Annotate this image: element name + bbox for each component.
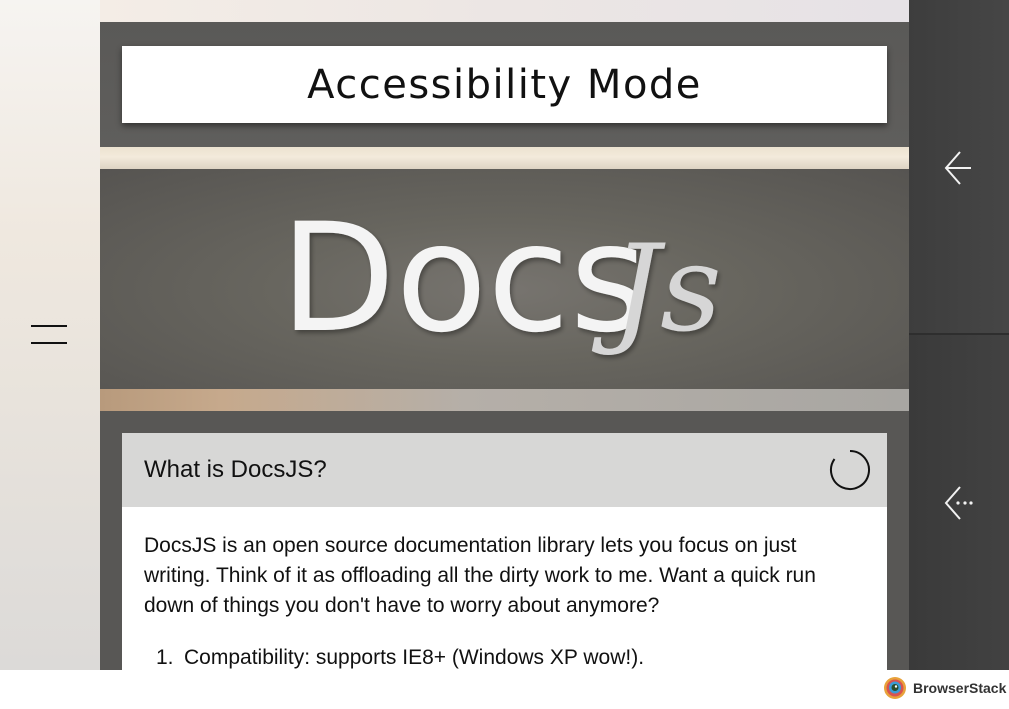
feature-list: 1. Compatibility: supports IE8+ (Windows… [144, 643, 865, 670]
title-banner: Accessibility Mode [122, 46, 887, 123]
arrow-left-dotted-icon[interactable] [938, 483, 978, 523]
browserstack-logo-icon [884, 677, 906, 699]
footer [0, 670, 1009, 709]
article-paragraph: DocsJS is an open source documentation l… [144, 534, 816, 617]
top-decor-strip [100, 0, 909, 22]
list-item-text: Compatibility: supports IE8+ (Windows XP… [184, 646, 645, 669]
arrow-left-icon[interactable] [938, 148, 978, 188]
article-card: What is DocsJS? DocsJS is an open source… [122, 433, 887, 670]
list-item: 1. Compatibility: supports IE8+ (Windows… [144, 643, 865, 670]
hamburger-menu-icon[interactable] [31, 323, 67, 347]
article-heading: What is DocsJS? [144, 456, 327, 483]
page-title: Accessibility Mode [307, 61, 702, 108]
article-body: DocsJS is an open source documentation l… [122, 507, 887, 670]
decor-strip [100, 147, 909, 169]
docsjs-logo: Docs Js [280, 192, 740, 380]
browserstack-brand: BrowserStack [913, 680, 1007, 696]
article-header[interactable]: What is DocsJS? [122, 433, 887, 507]
logo-text-docs: Docs [280, 200, 648, 366]
decor-strip [100, 389, 909, 411]
browserstack-badge[interactable]: BrowserStack [883, 676, 1006, 700]
list-item-number: 1. [156, 646, 174, 669]
loading-spinner-icon [830, 450, 870, 490]
